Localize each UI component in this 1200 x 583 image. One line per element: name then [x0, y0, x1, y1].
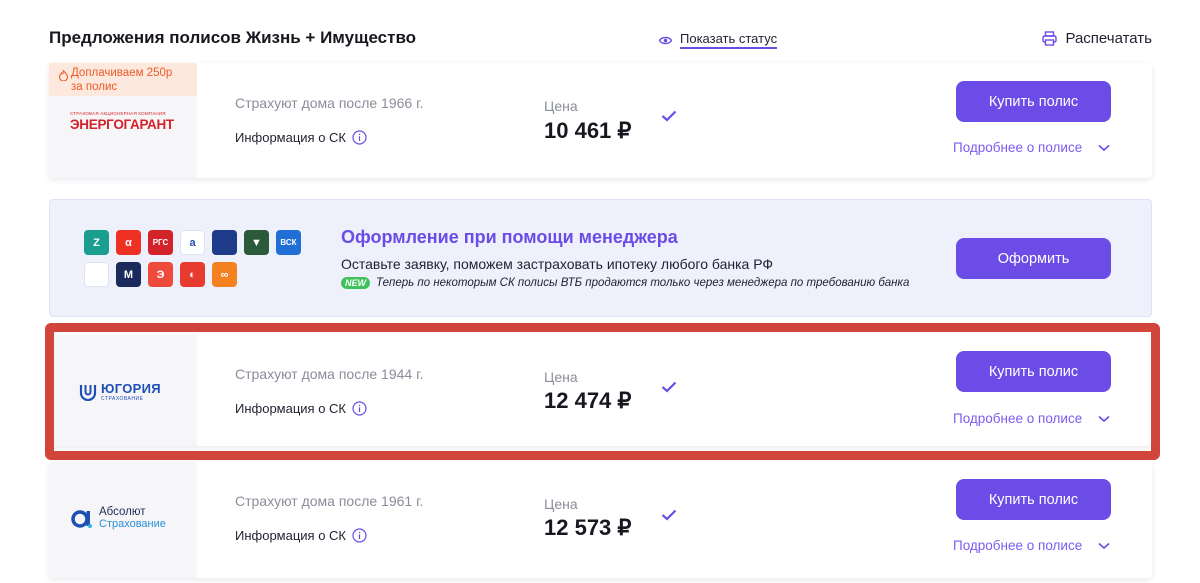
insurer-logo-icon: α [116, 230, 141, 255]
company-info-link[interactable]: Информация о СК [235, 401, 367, 416]
policy-details-link[interactable]: Подробнее о полисе [953, 411, 1110, 426]
chevron-down-icon [1098, 144, 1110, 151]
policy-details-link[interactable]: Подробнее о полисе [953, 538, 1110, 553]
new-badge: NEW [341, 277, 370, 289]
price-label: Цена [544, 369, 578, 385]
fire-icon [59, 70, 68, 81]
manager-note: NEW Теперь по некоторым СК полисы ВТБ пр… [341, 277, 909, 289]
insurer-logo-icon [212, 230, 237, 255]
company-info-label: Информация о СК [235, 401, 347, 416]
company-info-label: Информация о СК [235, 528, 347, 543]
info-icon [352, 401, 367, 416]
promo-text: Доплачиваем 250р за полис [71, 67, 173, 93]
manager-note-text: Теперь по некоторым СК полисы ВТБ продаю… [376, 277, 910, 289]
offer-logo-cell: ЮГОРИЯ СТРАХОВАНИЕ [49, 335, 197, 446]
print-label: Распечатать [1065, 30, 1152, 47]
price-value: 12 573 ₽ [544, 515, 632, 540]
policy-details-label: Подробнее о полисе [953, 538, 1083, 553]
insurer-logo-icon: ∞ [212, 262, 237, 287]
offer-card-absolut: Абсолют Страхование Страхуют дома после … [49, 462, 1152, 578]
page-title: Предложения полисов Жизнь + Имущество [49, 28, 417, 47]
cover-text: Страхуют дома после 1944 г. [235, 366, 424, 382]
absolut-mark-icon [71, 510, 92, 528]
print-button[interactable]: Распечатать [1042, 30, 1152, 47]
insurer-logo-icon [84, 262, 109, 287]
chevron-down-icon [1098, 542, 1110, 549]
logo-wordmark: Абсолют [99, 506, 146, 518]
yugoria-mark-icon [79, 384, 97, 401]
info-icon [352, 130, 367, 145]
offer-card-energogarant: Доплачиваем 250р за полис СТРАХОВАЯ АКЦИ… [49, 63, 1152, 178]
check-icon [661, 381, 677, 393]
offer-logo-cell: Доплачиваем 250р за полис СТРАХОВАЯ АКЦИ… [49, 63, 197, 178]
logo-caption: СТРАХОВАНИЕ [101, 396, 144, 402]
company-info-label: Информация о СК [235, 130, 347, 145]
insurer-logo-icon: ВСК [276, 230, 301, 255]
logo-caption: Страхование [99, 518, 166, 530]
price-label: Цена [544, 98, 578, 114]
buy-policy-button[interactable]: Купить полис [956, 479, 1111, 520]
printer-icon [1042, 31, 1058, 46]
show-status-link[interactable]: Показать статус [659, 31, 778, 49]
company-info-link[interactable]: Информация о СК [235, 528, 367, 543]
show-status-label: Показать статус [680, 31, 778, 49]
insurer-logo-icon: М [116, 262, 141, 287]
yugoria-logo: ЮГОРИЯ СТРАХОВАНИЕ [79, 381, 161, 402]
logo-wordmark: ЮГОРИЯ [101, 381, 161, 396]
buy-policy-button[interactable]: Купить полис [956, 351, 1111, 392]
manager-title: Оформление при помощи менеджера [341, 227, 678, 247]
insurer-logo-icon: ◐ [180, 262, 205, 287]
apply-via-manager-button[interactable]: Оформить [956, 238, 1111, 279]
offer-card-yugoria: ЮГОРИЯ СТРАХОВАНИЕ Страхуют дома после 1… [49, 335, 1152, 446]
insurer-logos-grid: Zα РГС a ▼ ВСК М Э ◐ ∞ [84, 230, 301, 287]
promo-badge: Доплачиваем 250р за полис [49, 63, 197, 96]
price-label: Цена [544, 496, 578, 512]
insurer-logo-icon: РГС [148, 230, 173, 255]
cover-text: Страхуют дома после 1961 г. [235, 493, 424, 509]
manager-subtitle: Оставьте заявку, поможем застраховать ип… [341, 256, 774, 272]
insurer-logo-icon: a [180, 230, 205, 255]
manager-offer-banner: Zα РГС a ▼ ВСК М Э ◐ ∞ Оформление при помощи мен… [49, 199, 1152, 317]
cover-text: Страхуют дома после 1966 г. [235, 95, 424, 111]
offer-logo-cell: Абсолют Страхование [49, 462, 197, 578]
info-icon [352, 528, 367, 543]
insurer-logo-icon: ▼ [244, 230, 269, 255]
insurer-logo-icon: Z [84, 230, 109, 255]
header: Предложения полисов Жизнь + Имущество По… [49, 26, 1152, 52]
policy-details-link[interactable]: Подробнее о полисе [953, 140, 1110, 155]
logo-caption: СТРАХОВАЯ АКЦИОНЕРНАЯ КОМПАНИЯ [70, 111, 166, 116]
logo-wordmark: ЭНЕРГОГАРАНТ [70, 117, 174, 132]
policy-details-label: Подробнее о полисе [953, 140, 1083, 155]
company-info-link[interactable]: Информация о СК [235, 130, 367, 145]
energogarant-logo: СТРАХОВАЯ АКЦИОНЕРНАЯ КОМПАНИЯ ЭНЕРГОГАР… [70, 111, 180, 132]
insurer-logo-icon: Э [148, 262, 173, 287]
price-value: 10 461 ₽ [544, 118, 632, 143]
absolut-logo: Абсолют Страхование [71, 506, 166, 530]
check-icon [661, 110, 677, 122]
check-icon [661, 509, 677, 521]
buy-policy-button[interactable]: Купить полис [956, 81, 1111, 122]
policy-details-label: Подробнее о полисе [953, 411, 1083, 426]
chevron-down-icon [1098, 415, 1110, 422]
eye-icon [659, 36, 672, 44]
price-value: 12 474 ₽ [544, 388, 632, 413]
